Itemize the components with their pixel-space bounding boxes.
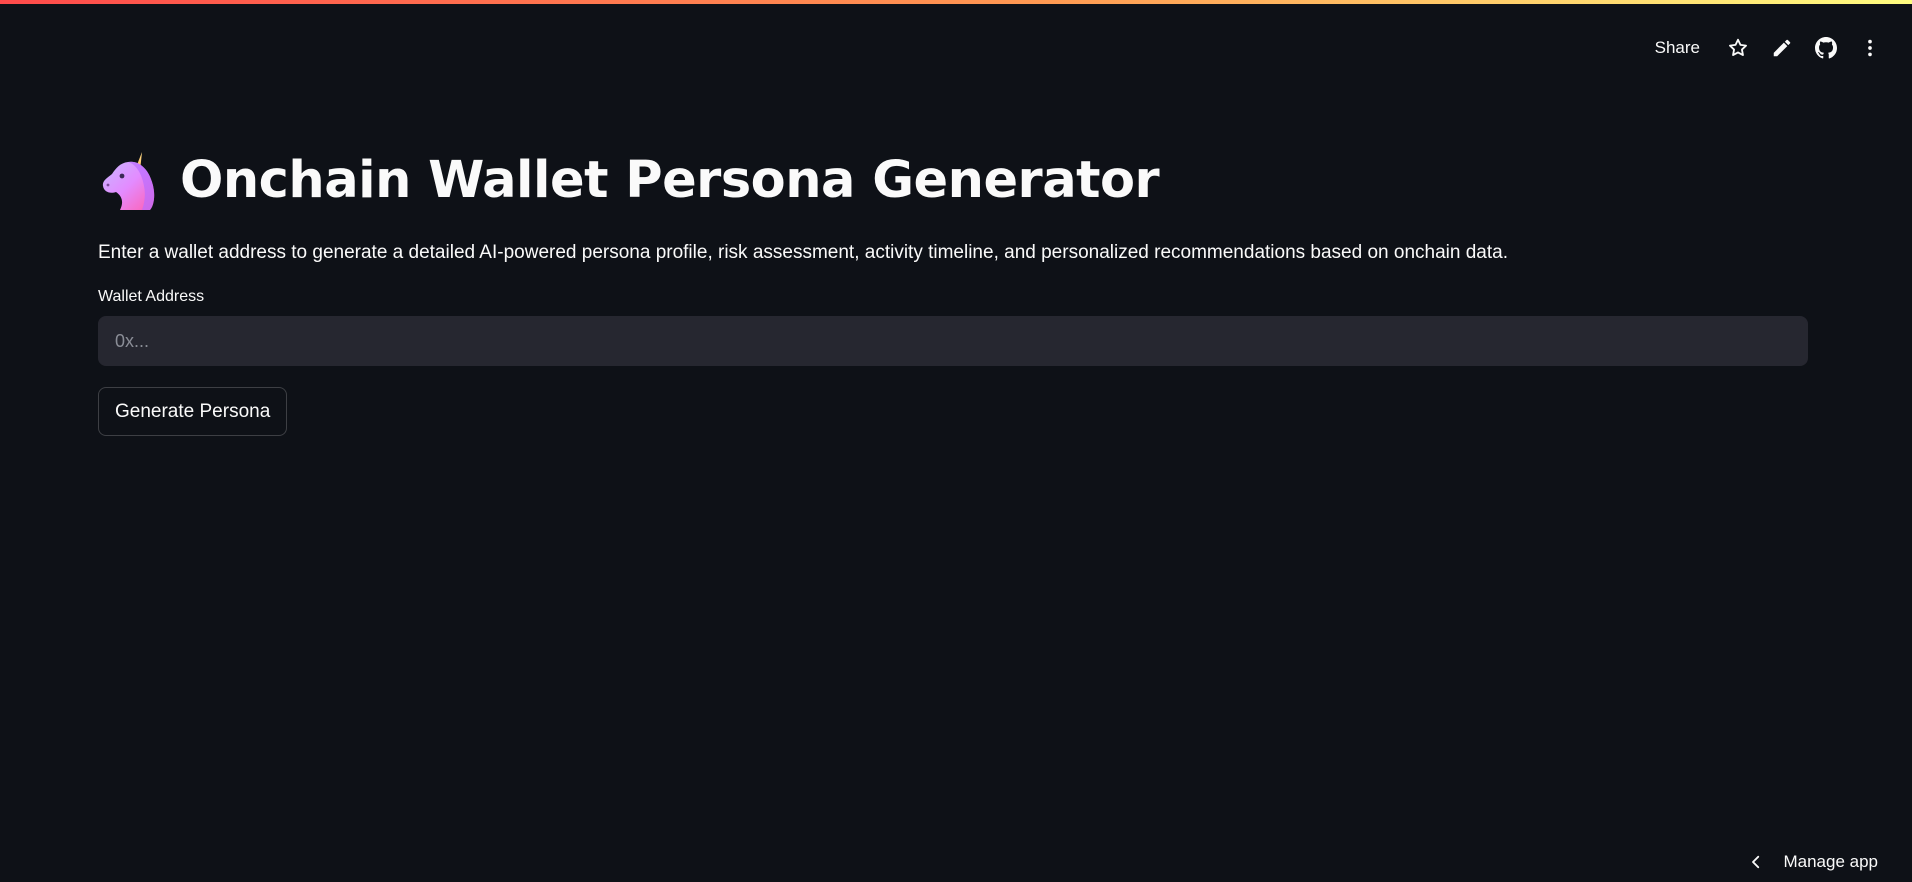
pencil-icon[interactable] — [1760, 30, 1804, 66]
manage-app-label: Manage app — [1783, 852, 1878, 871]
page-title: Onchain Wallet Persona Generator — [180, 150, 1160, 210]
page-description: Enter a wallet address to generate a det… — [98, 242, 1508, 263]
title-row: Onchain Wallet Persona Generator — [98, 140, 1808, 220]
unicorn-icon — [102, 152, 155, 210]
generate-persona-button[interactable]: Generate Persona — [98, 387, 288, 436]
chevron-left-icon — [1752, 855, 1760, 869]
header-toolbar: Share — [1645, 30, 1892, 66]
manage-app-button[interactable]: Manage app — [1747, 852, 1878, 872]
share-button[interactable]: Share — [1645, 30, 1710, 66]
more-vertical-icon[interactable] — [1848, 30, 1892, 66]
wallet-address-label: Wallet Address — [98, 288, 205, 305]
star-icon[interactable] — [1716, 30, 1760, 66]
main-content: Onchain Wallet Persona Generator Enter a… — [98, 140, 1808, 436]
wallet-address-input[interactable] — [98, 316, 1808, 366]
decoration-bar — [0, 0, 1912, 4]
github-icon[interactable] — [1804, 30, 1848, 66]
